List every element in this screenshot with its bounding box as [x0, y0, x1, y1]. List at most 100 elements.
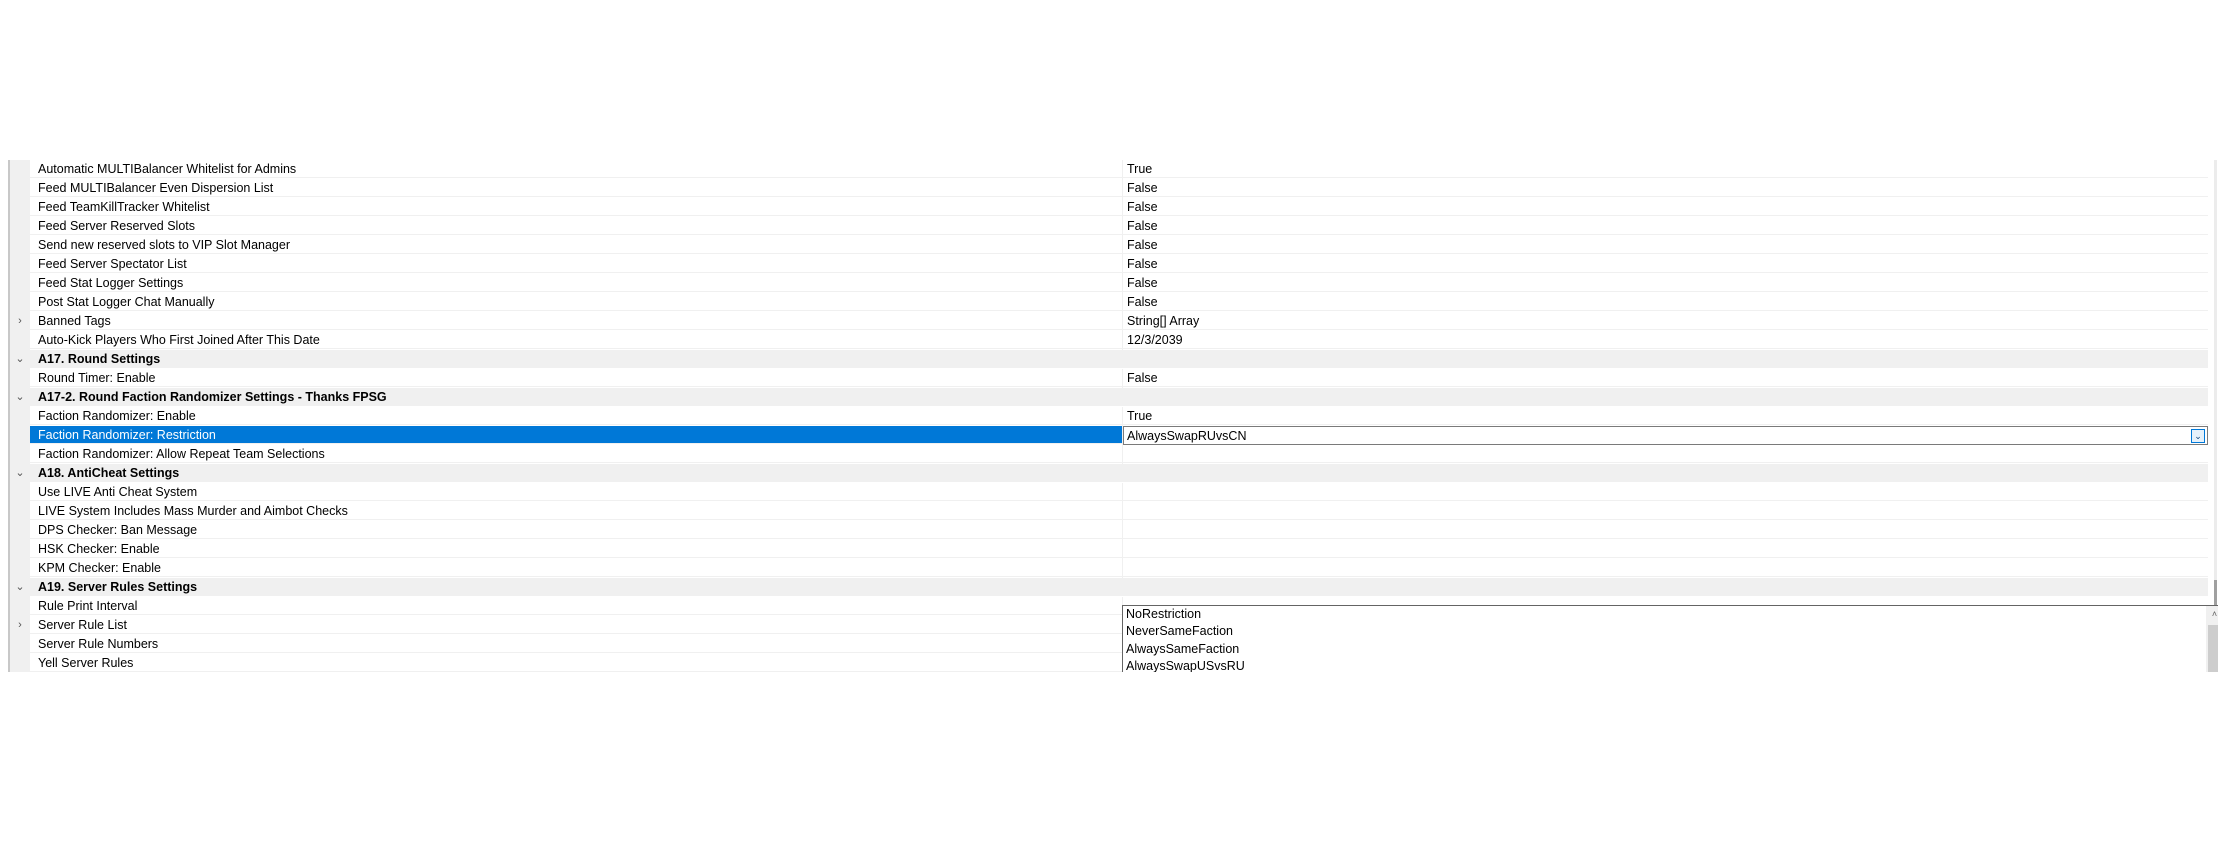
property-value-text: False: [1127, 238, 1158, 252]
property-row[interactable]: Feed MULTIBalancer Even Dispersion List F…: [8, 179, 2208, 198]
restriction-value-field[interactable]: AlwaysSwapRUvsCN ⌄: [1123, 426, 2208, 445]
property-row[interactable]: Auto-Kick Players Who First Joined After…: [8, 331, 2208, 350]
row-gutter: [10, 293, 30, 312]
row-gutter: [10, 198, 30, 217]
property-name: DPS Checker: Ban Message: [30, 521, 1122, 539]
property-row[interactable]: Feed Server Spectator List False: [8, 255, 2208, 274]
collapse-chevron-icon[interactable]: ⌄: [10, 350, 30, 369]
property-name: Feed Stat Logger Settings: [30, 274, 1122, 292]
property-grid: Automatic MULTIBalancer Whitelist for Ad…: [8, 160, 2218, 672]
property-value[interactable]: [1123, 445, 2208, 463]
property-row[interactable]: Faction Randomizer: Allow Repeat Team Se…: [8, 445, 2208, 464]
property-value[interactable]: [1123, 502, 2208, 520]
property-row[interactable]: Use LIVE Anti Cheat System: [8, 483, 2208, 502]
property-row[interactable]: Feed TeamKillTracker Whitelist False: [8, 198, 2208, 217]
property-value[interactable]: False: [1123, 255, 2208, 273]
category-row[interactable]: ⌄ A19. Server Rules Settings: [8, 578, 2208, 597]
property-value[interactable]: False: [1123, 236, 2208, 254]
property-name: Faction Randomizer: Restriction: [30, 426, 1122, 444]
property-row[interactable]: Round Timer: Enable False: [8, 369, 2208, 388]
scroll-up-arrow-icon[interactable]: ˄: [2206, 606, 2218, 623]
property-value[interactable]: False: [1123, 198, 2208, 216]
property-row[interactable]: Send new reserved slots to VIP Slot Mana…: [8, 236, 2208, 255]
property-value[interactable]: False: [1123, 274, 2208, 292]
expand-chevron-icon[interactable]: ›: [10, 616, 30, 635]
property-value[interactable]: False: [1123, 179, 2208, 197]
row-gutter: [10, 483, 30, 502]
property-value-text: False: [1127, 371, 1158, 385]
property-row[interactable]: HSK Checker: Enable: [8, 540, 2208, 559]
property-value-text: True: [1127, 409, 1153, 423]
dropdown-option[interactable]: AlwaysSameFaction: [1124, 641, 2207, 658]
property-value-text: False: [1127, 181, 1158, 195]
property-value[interactable]: False: [1123, 293, 2208, 311]
row-gutter: [10, 369, 30, 388]
property-name: HSK Checker: Enable: [30, 540, 1122, 558]
property-name: LIVE System Includes Mass Murder and Aim…: [30, 502, 1122, 520]
property-value-text: False: [1127, 295, 1158, 309]
row-gutter: [10, 597, 30, 616]
category-row[interactable]: ⌄ A17-2. Round Faction Randomizer Setting…: [8, 388, 2208, 407]
property-value[interactable]: True: [1123, 160, 2208, 178]
property-value-text: False: [1127, 257, 1158, 271]
property-row[interactable]: › Banned Tags String[] Array: [8, 312, 2208, 331]
property-row[interactable]: Feed Stat Logger Settings False: [8, 274, 2208, 293]
property-value[interactable]: [1123, 559, 2208, 577]
property-value[interactable]: False: [1123, 217, 2208, 235]
property-value[interactable]: [1123, 483, 2208, 501]
property-value-text: False: [1127, 200, 1158, 214]
row-gutter: [10, 502, 30, 521]
property-name: Send new reserved slots to VIP Slot Mana…: [30, 236, 1122, 254]
row-gutter: [10, 559, 30, 578]
collapse-chevron-icon[interactable]: ⌄: [10, 388, 30, 407]
row-gutter: [10, 635, 30, 654]
dropdown-option[interactable]: NeverSameFaction: [1124, 623, 2207, 640]
row-gutter: [10, 521, 30, 540]
property-row[interactable]: Feed Server Reserved Slots False: [8, 217, 2208, 236]
property-value-text: String[] Array: [1127, 314, 1200, 328]
property-value[interactable]: [1123, 521, 2208, 539]
property-value[interactable]: False: [1123, 369, 2208, 387]
property-name: Yell Server Rules: [30, 654, 1122, 672]
property-value[interactable]: 12/3/2039: [1123, 331, 2208, 349]
property-value-text: AlwaysSwapRUvsCN: [1127, 429, 1247, 443]
row-gutter: [10, 179, 30, 198]
property-row[interactable]: KPM Checker: Enable: [8, 559, 2208, 578]
row-gutter: [10, 236, 30, 255]
property-row[interactable]: LIVE System Includes Mass Murder and Aim…: [8, 502, 2208, 521]
property-row[interactable]: Faction Randomizer: Enable True: [8, 407, 2208, 426]
property-name: Faction Randomizer: Allow Repeat Team Se…: [30, 445, 1122, 463]
category-row[interactable]: ⌄ A18. AntiCheat Settings: [8, 464, 2208, 483]
property-row[interactable]: Automatic MULTIBalancer Whitelist for Ad…: [8, 160, 2208, 179]
expand-chevron-icon[interactable]: ›: [10, 312, 30, 331]
dropdown-scrollbar[interactable]: ˄ ˅: [2206, 606, 2218, 672]
dropdown-option[interactable]: AlwaysSwapUSvsRU: [1124, 658, 2207, 672]
property-value-text: True: [1127, 162, 1153, 176]
property-row[interactable]: DPS Checker: Ban Message: [8, 521, 2208, 540]
property-name: Use LIVE Anti Cheat System: [30, 483, 1122, 501]
dropdown-option[interactable]: NoRestriction: [1124, 606, 2207, 623]
category-row[interactable]: ⌄ A17. Round Settings: [8, 350, 2208, 369]
property-row[interactable]: Faction Randomizer: Restriction AlwaysSwa…: [8, 426, 2208, 445]
collapse-chevron-icon[interactable]: ⌄: [10, 578, 30, 597]
row-gutter: [10, 217, 30, 236]
property-name: Round Timer: Enable: [30, 369, 1122, 387]
property-name: Faction Randomizer: Enable: [30, 407, 1122, 425]
dropdown-scrollbar-thumb[interactable]: [2208, 625, 2218, 672]
restriction-dropdown-list[interactable]: NoRestriction NeverSameFaction AlwaysSameF…: [1122, 605, 2218, 672]
row-gutter: [10, 654, 30, 672]
property-name: Feed Server Spectator List: [30, 255, 1122, 273]
property-value[interactable]: String[] Array: [1123, 312, 2208, 330]
property-value[interactable]: [1123, 540, 2208, 558]
category-label: A18. AntiCheat Settings: [30, 464, 2208, 482]
collapse-chevron-icon[interactable]: ⌄: [10, 464, 30, 483]
row-gutter: [10, 407, 30, 426]
dropdown-chevron-icon[interactable]: ⌄: [2191, 429, 2205, 443]
row-gutter: [10, 160, 30, 179]
property-row[interactable]: Post Stat Logger Chat Manually False: [8, 293, 2208, 312]
row-gutter: [10, 255, 30, 274]
property-name: Feed TeamKillTracker Whitelist: [30, 198, 1122, 216]
row-gutter: [10, 445, 30, 464]
property-value[interactable]: True: [1123, 407, 2208, 425]
row-gutter: [10, 540, 30, 559]
